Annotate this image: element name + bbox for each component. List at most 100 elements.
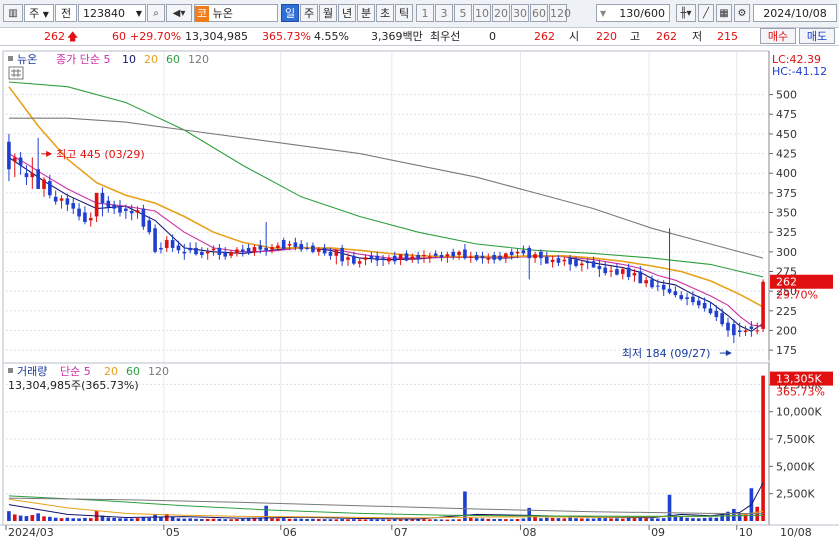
candle-body (632, 273, 637, 276)
candle-body (346, 257, 350, 260)
period-button-2[interactable]: 월 (319, 4, 337, 22)
interval-button-5[interactable]: 5 (454, 4, 472, 22)
volume-bar (673, 516, 678, 521)
candle-body (135, 210, 140, 213)
interval-button-1[interactable]: 1 (416, 4, 434, 22)
candle-body (661, 284, 666, 290)
sell-button[interactable]: 매도 (799, 28, 835, 44)
stock-code-input[interactable]: 123840 ▼ (78, 4, 146, 22)
candle-body (18, 157, 23, 166)
period-button-4[interactable]: 분 (357, 4, 375, 22)
interval-button-120[interactable]: 120 (549, 4, 571, 22)
period-button-1[interactable]: 주 (300, 4, 318, 22)
volume-legend-item: 단순 5 (60, 365, 91, 378)
x-tick-label: 07 (394, 526, 408, 539)
price-panel-title: 뉴온 (17, 53, 37, 66)
volume-bar (240, 518, 245, 521)
candle-body (562, 259, 567, 262)
volume-bar (357, 519, 362, 521)
candle-body (83, 212, 87, 222)
candle-body (416, 254, 420, 259)
volume-bar (83, 517, 87, 521)
volume-bar (276, 518, 280, 521)
stock-chart[interactable]: 1752002252502753003253503754004254504755… (0, 46, 839, 541)
volume-bar (170, 516, 175, 521)
volume-bar (480, 518, 485, 521)
volume-bar (328, 519, 333, 521)
draw-tool-icon[interactable]: ╱ (698, 4, 714, 22)
high-label: 고 (630, 30, 641, 43)
candle-body (433, 253, 438, 256)
price-change: 60 (112, 30, 126, 43)
search-icon[interactable]: ⌕ (147, 4, 165, 22)
volume-bar (714, 517, 719, 521)
volume-tick-label: 2,500K (776, 488, 815, 501)
volume-bar (258, 518, 263, 521)
chart-tool-icon[interactable]: ▦ (716, 4, 732, 22)
price-tick-label: 225 (776, 305, 797, 318)
interval-button-3[interactable]: 3 (435, 4, 453, 22)
candle-body (685, 297, 689, 300)
candle-body (463, 249, 467, 259)
low-annotation: 최저 184 (09/27) (622, 347, 711, 360)
volume-tick-label: 7,500K (776, 433, 815, 446)
price-tick-label: 450 (776, 128, 797, 141)
legend-marker (8, 56, 13, 61)
interval-button-60[interactable]: 60 (530, 4, 548, 22)
chart-layout-icon[interactable]: ▥ (3, 4, 23, 22)
candle-body (620, 269, 625, 274)
preferred-value: 0 (489, 30, 496, 43)
candle-body (404, 253, 409, 261)
candle-body (521, 250, 526, 254)
period-button-6[interactable]: 틱 (395, 4, 413, 22)
candle-body (12, 157, 17, 162)
market-select-value: 주 (29, 7, 40, 20)
buy-button[interactable]: 매수 (760, 28, 796, 44)
candle-body (544, 256, 549, 264)
speaker-icon[interactable]: ◀▾ (166, 4, 192, 22)
candle-body (761, 281, 765, 329)
candle-body (702, 302, 707, 309)
market2-select[interactable]: 전 (55, 4, 77, 22)
candle-body (328, 251, 333, 256)
candle-body (352, 255, 356, 264)
period-button-3[interactable]: 년 (338, 4, 356, 22)
stock-name-field[interactable]: 코 뉴온 (194, 4, 278, 22)
volume-bar (182, 518, 187, 521)
candle-body (176, 245, 181, 251)
data-count-field[interactable]: ▼ 130/600 (596, 4, 670, 22)
candle-body (732, 324, 736, 336)
candle-body (334, 249, 339, 256)
candle-body (428, 256, 432, 259)
candle-body (515, 251, 520, 254)
interval-button-30[interactable]: 30 (511, 4, 529, 22)
volume-bar (498, 518, 502, 521)
candle-body (714, 310, 719, 318)
date-field[interactable]: 2024/10/08 (753, 4, 837, 22)
price-legend-item: 60 (166, 53, 180, 66)
candle-body (94, 192, 99, 217)
volume-bar (574, 518, 578, 521)
volume-bar (153, 514, 157, 521)
volume-bar (135, 518, 140, 521)
up-arrow-icon: 🡅 (67, 30, 79, 43)
volume-bar (147, 517, 152, 521)
volume-bar (463, 491, 467, 521)
price-legend-item: 10 (122, 53, 136, 66)
interval-button-20[interactable]: 20 (492, 4, 510, 22)
gear-icon[interactable]: ⚙ (734, 4, 750, 22)
price-grid (2, 50, 770, 365)
volume-bar (375, 519, 380, 521)
interval-button-10[interactable]: 10 (473, 4, 491, 22)
chevron-down-icon: ▼ (42, 10, 49, 19)
candle-type-icon[interactable]: ╫▾ (676, 4, 696, 22)
volume-bar (644, 518, 648, 521)
market-select[interactable]: 주 ▼ (24, 4, 54, 22)
candle-body (445, 254, 450, 257)
high-annotation: 최고 445 (03/29) (56, 148, 145, 161)
period-button-5[interactable]: 초 (376, 4, 394, 22)
volume-bar (422, 519, 426, 521)
period-button-0[interactable]: 일 (281, 4, 299, 22)
volume-bar (568, 517, 572, 521)
candle-body (147, 220, 152, 233)
